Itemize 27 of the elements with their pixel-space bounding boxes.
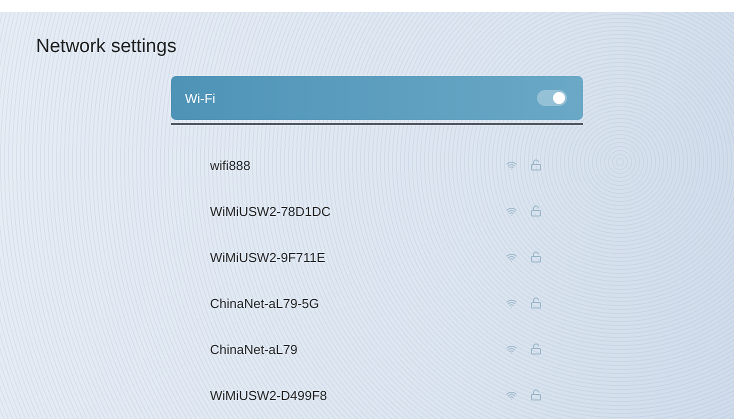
wifi-signal-icon — [506, 298, 517, 308]
network-item[interactable]: WiMiUSW2-78D1DC — [171, 188, 583, 234]
network-name: WiMiUSW2-9F711E — [210, 250, 326, 264]
wifi-signal-icon — [506, 206, 517, 216]
network-item[interactable]: ChinaNet-aL79 — [171, 326, 583, 372]
wifi-label: Wi-Fi — [185, 90, 216, 106]
network-name: ChinaNet-aL79 — [210, 342, 298, 356]
unlocked-padlock-icon — [530, 343, 542, 355]
wifi-signal-icon — [506, 252, 517, 262]
wifi-signal-icon — [506, 344, 517, 354]
unlocked-padlock-icon — [530, 389, 542, 401]
network-item[interactable]: wifi888 — [171, 142, 583, 188]
network-name: WiMiUSW2-78D1DC — [210, 204, 332, 218]
unlocked-padlock-icon — [530, 159, 542, 171]
network-name: ChinaNet-aL79-5G — [210, 296, 320, 310]
unlocked-padlock-icon — [530, 205, 542, 217]
unlocked-padlock-icon — [530, 251, 542, 263]
network-item[interactable]: WiMiUSW2-D499F8 — [171, 372, 583, 418]
page-title: Network settings — [36, 36, 178, 58]
network-name: WiMiUSW2-D499F8 — [210, 388, 328, 402]
wifi-signal-icon — [506, 390, 517, 400]
network-item[interactable]: WiMiUSW2-9F711E — [171, 234, 583, 280]
wifi-signal-icon — [506, 160, 517, 170]
network-name: wifi888 — [210, 158, 252, 172]
network-item[interactable]: ChinaNet-aL79-5G — [171, 280, 583, 326]
wifi-toggle[interactable] — [537, 90, 567, 106]
unlocked-padlock-icon — [530, 297, 542, 309]
